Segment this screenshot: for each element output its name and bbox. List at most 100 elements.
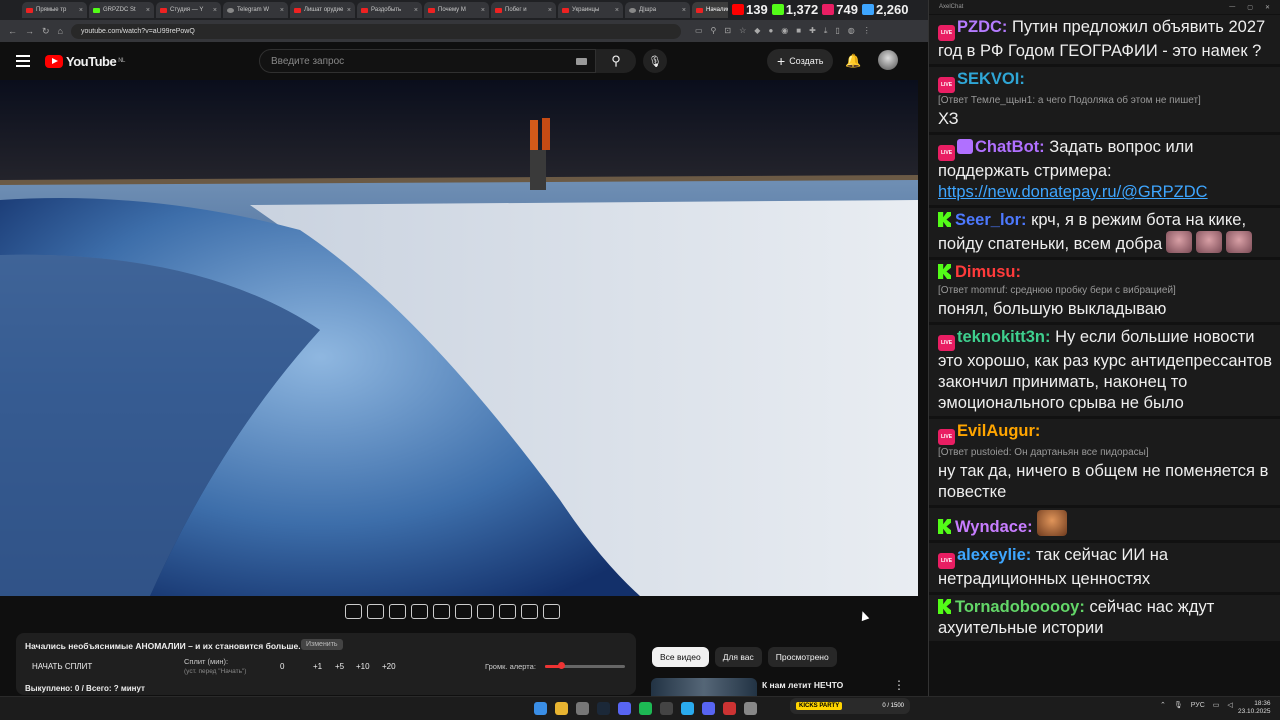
close-tab-icon[interactable]: ×	[481, 7, 485, 14]
explorer-icon[interactable]	[576, 702, 589, 715]
close-tab-icon[interactable]: ×	[347, 7, 351, 14]
menu-icon[interactable]: ⋮	[863, 26, 871, 36]
maximize-icon[interactable]: ▢	[1247, 4, 1253, 11]
sidebar-icon[interactable]: ▯	[835, 26, 839, 36]
chip-all-videos[interactable]: Все видео	[652, 647, 709, 667]
increment-button[interactable]: +1	[313, 662, 322, 671]
kicks-party-widget[interactable]: KICKS PARTY 0 / 1500	[790, 698, 910, 714]
edit-tag[interactable]: Изменить	[301, 639, 343, 650]
app-icon[interactable]	[723, 702, 736, 715]
increment-button[interactable]: +20	[382, 662, 396, 671]
close-tab-icon[interactable]: ×	[146, 7, 150, 14]
increment-button[interactable]: +10	[356, 662, 370, 671]
browser-tab[interactable]: Студия — Y ×	[156, 2, 221, 18]
aspect-icon[interactable]	[433, 604, 450, 619]
playlist-icon[interactable]	[389, 604, 406, 619]
browser-tab[interactable]: Д|шра ×	[625, 2, 690, 18]
settings-gear-icon[interactable]	[543, 604, 560, 619]
donation-link[interactable]: https://new.donatepay.ru/@GRPZDC	[938, 182, 1272, 203]
hamburger-menu-icon[interactable]	[16, 55, 30, 67]
cast-icon[interactable]: ▭	[695, 26, 703, 36]
close-tab-icon[interactable]: ×	[615, 7, 619, 14]
start-split-button[interactable]: НАЧАТЬ СПЛИТ	[32, 662, 92, 671]
extension-icon[interactable]: ●	[768, 26, 773, 36]
audio-icon[interactable]	[367, 604, 384, 619]
puzzle-icon[interactable]: ✚	[809, 26, 816, 36]
search-button[interactable]: ⚲	[596, 49, 636, 73]
home-icon[interactable]: ⌂	[58, 26, 63, 36]
steam-icon[interactable]	[597, 702, 610, 715]
avatar[interactable]	[878, 50, 898, 70]
close-tab-icon[interactable]: ×	[79, 7, 83, 14]
zoom-icon[interactable]: ⚲	[711, 26, 717, 36]
back-icon[interactable]: ←	[8, 26, 17, 36]
filmstrip-icon[interactable]	[455, 604, 472, 619]
extension-icon[interactable]: ■	[796, 26, 801, 36]
recommendation-title[interactable]: К нам летит НЕЧТО	[762, 680, 843, 690]
profile-icon[interactable]: ◍	[848, 26, 855, 36]
address-bar[interactable]: youtube.com/watch?v=aU99rePowQ	[70, 23, 681, 39]
chat-username[interactable]: ChatBot:	[975, 138, 1045, 156]
recommendation-thumbnail[interactable]	[651, 678, 757, 696]
download-icon[interactable]: ⤓	[824, 26, 828, 36]
screenshot-icon[interactable]	[521, 604, 538, 619]
telegram-icon[interactable]	[681, 702, 694, 715]
forward-icon[interactable]: →	[25, 26, 34, 36]
browser-tab[interactable]: Прямые тр ×	[22, 2, 87, 18]
loop-icon[interactable]	[345, 604, 362, 619]
obs-icon[interactable]	[660, 702, 673, 715]
search-input[interactable]: Введите запрос	[259, 49, 596, 73]
chip-watched[interactable]: Просмотрено	[767, 647, 837, 667]
video-player[interactable]	[0, 80, 918, 596]
reload-icon[interactable]: ↻	[42, 26, 50, 37]
chat-username[interactable]: Tornadobooooy:	[955, 598, 1085, 616]
system-clock[interactable]: 18:36 23.10.2025	[1238, 700, 1271, 716]
discord-icon[interactable]	[618, 702, 631, 715]
chat-username[interactable]: teknokitt3n:	[957, 328, 1051, 346]
youtube-logo[interactable]: YouTube NL	[45, 54, 125, 69]
alert-volume-slider[interactable]	[545, 662, 625, 669]
browser-tab[interactable]: Telegram W ×	[223, 2, 288, 18]
spotify-icon[interactable]	[639, 702, 652, 715]
voice-search-button[interactable]: 🎙	[643, 49, 667, 73]
chat-username[interactable]: alexeylie:	[957, 546, 1031, 564]
more-options-icon[interactable]: ⋮	[893, 678, 905, 692]
chip-for-you[interactable]: Для вас	[714, 647, 762, 667]
windows-start-icon[interactable]	[534, 702, 547, 715]
chat-username[interactable]: Wyndace:	[955, 518, 1033, 536]
close-icon[interactable]: ✕	[1265, 4, 1270, 11]
network-icon[interactable]: ▭	[1213, 701, 1220, 709]
create-button[interactable]: + Создать	[767, 49, 834, 73]
volume-icon[interactable]: ◁	[1227, 701, 1232, 709]
close-tab-icon[interactable]: ×	[682, 7, 686, 14]
translate-icon[interactable]: ⊡	[724, 26, 731, 36]
chat-username[interactable]: Seer_lor:	[955, 211, 1027, 229]
browser-tab[interactable]: Украинцы ×	[558, 2, 623, 18]
close-tab-icon[interactable]: ×	[280, 7, 284, 14]
close-tab-icon[interactable]: ×	[414, 7, 418, 14]
chat-username[interactable]: Dimusu:	[955, 263, 1021, 281]
browser-tab[interactable]: Побег и ×	[491, 2, 556, 18]
add-icon[interactable]	[499, 604, 516, 619]
chat-username[interactable]: PZDC:	[957, 18, 1007, 36]
close-tab-icon[interactable]: ×	[548, 7, 552, 14]
notifications-bell-icon[interactable]: 🔔	[845, 53, 861, 69]
chat-username[interactable]: EvilAugur:	[957, 422, 1040, 440]
browser-tab[interactable]: Лишат орудие ×	[290, 2, 355, 18]
extension-icon[interactable]: ◆	[754, 26, 760, 36]
chrome-icon[interactable]	[555, 702, 568, 715]
mic-tray-icon[interactable]: 🎙	[1174, 701, 1183, 709]
increment-button[interactable]: +5	[335, 662, 344, 671]
close-tab-icon[interactable]: ×	[213, 7, 217, 14]
keyboard-icon[interactable]	[576, 57, 587, 65]
bookmark-icon[interactable]: ☆	[739, 26, 746, 36]
app-icon[interactable]	[744, 702, 757, 715]
clip-icon[interactable]	[411, 604, 428, 619]
browser-tab[interactable]: GRPZDC St ×	[89, 2, 154, 18]
language-indicator[interactable]: РУС	[1191, 702, 1205, 709]
browser-tab[interactable]: Раздобыть ×	[357, 2, 422, 18]
app-icon[interactable]	[702, 702, 715, 715]
slider-knob[interactable]	[558, 662, 565, 669]
speed-icon[interactable]	[477, 604, 494, 619]
chat-username[interactable]: SEKVOI:	[957, 70, 1025, 88]
